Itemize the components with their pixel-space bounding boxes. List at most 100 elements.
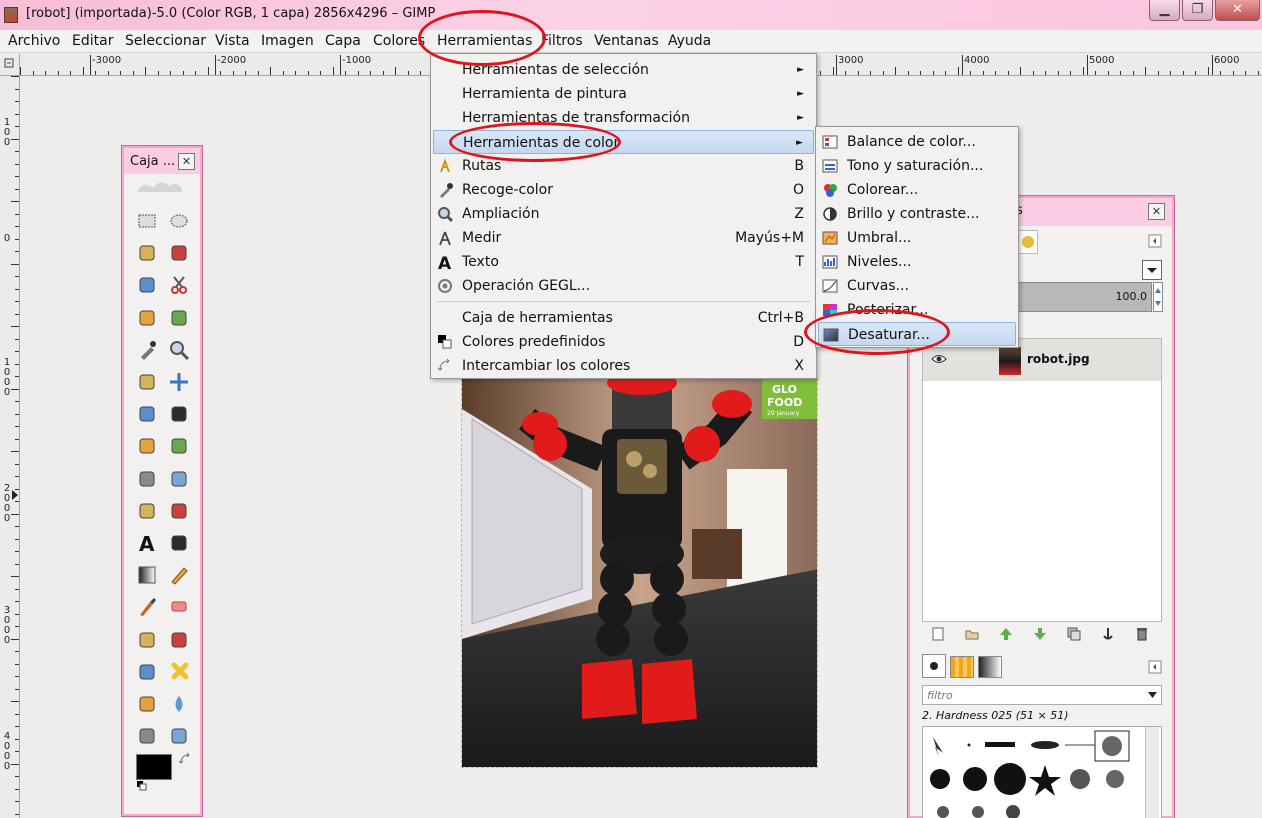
menu-item-3[interactable]: Herramientas de transformación ► xyxy=(433,106,814,130)
tab-paths[interactable] xyxy=(1018,230,1038,254)
scissors-icon[interactable] xyxy=(168,274,190,296)
menu-archivo[interactable]: Archivo xyxy=(8,33,60,49)
scale-icon[interactable] xyxy=(168,435,190,457)
free-select-icon[interactable] xyxy=(136,242,158,264)
blur-icon[interactable] xyxy=(168,693,190,715)
tab-gradients[interactable] xyxy=(978,656,1002,678)
shear-icon[interactable] xyxy=(136,468,158,490)
rect-select-icon[interactable] xyxy=(136,210,158,232)
flip-icon[interactable] xyxy=(136,500,158,522)
heal-icon[interactable] xyxy=(168,661,190,683)
color-submenu-item-2[interactable]: Tono y saturación... xyxy=(818,154,1016,178)
menu-editar[interactable]: Editar xyxy=(72,33,113,49)
new-layer-icon[interactable] xyxy=(930,626,946,642)
opacity-spinner[interactable] xyxy=(1153,282,1163,312)
brush-grid[interactable] xyxy=(922,726,1162,818)
paintbrush-icon[interactable] xyxy=(136,596,158,618)
lower-layer-icon[interactable] xyxy=(1032,626,1048,642)
menu-ventanas[interactable]: Ventanas xyxy=(594,33,659,49)
ink-icon[interactable] xyxy=(168,629,190,651)
tab-patterns[interactable] xyxy=(950,656,974,678)
menu-item-13[interactable]: Intercambiar los colores X xyxy=(433,354,814,378)
color-submenu-item-9[interactable]: Desaturar... xyxy=(818,322,1016,346)
tab-brushes[interactable] xyxy=(922,654,946,678)
blend-icon[interactable] xyxy=(136,564,158,586)
measure-icon[interactable] xyxy=(136,371,158,393)
perspective-clone-icon[interactable] xyxy=(136,693,158,715)
color-submenu-item-4[interactable]: Brillo y contraste... xyxy=(818,202,1016,226)
raise-layer-icon[interactable] xyxy=(998,626,1014,642)
dodge-burn-icon[interactable] xyxy=(168,725,190,747)
cage-icon[interactable] xyxy=(168,500,190,522)
paths-icon[interactable] xyxy=(168,307,190,329)
new-group-icon[interactable] xyxy=(964,626,980,642)
menu-item-6[interactable]: Recoge-color O xyxy=(433,178,814,202)
ellipse-select-icon[interactable] xyxy=(168,210,190,232)
airbrush-icon[interactable] xyxy=(136,629,158,651)
perspective-icon[interactable] xyxy=(168,468,190,490)
menu-filtros[interactable]: Filtros xyxy=(541,33,583,49)
move-icon[interactable] xyxy=(168,371,190,393)
image-canvas[interactable]: GLO FOOD 29 January xyxy=(461,378,818,768)
menu-item-5[interactable]: Rutas B xyxy=(433,154,814,178)
close-icon[interactable]: ✕ xyxy=(1148,203,1165,220)
menu-herramientas[interactable]: Herramientas xyxy=(437,33,532,49)
foreground-select-icon[interactable] xyxy=(136,307,158,329)
menu-item-1[interactable]: Herramientas de selección ► xyxy=(433,58,814,82)
menu-imagen[interactable]: Imagen xyxy=(261,33,314,49)
zoom-icon[interactable] xyxy=(168,339,190,361)
color-submenu-item-1[interactable]: Balance de color... xyxy=(818,130,1016,154)
minimize-button[interactable]: ▁ xyxy=(1149,0,1180,21)
bucket-fill-icon[interactable] xyxy=(168,532,190,554)
swap-colors-icon[interactable] xyxy=(178,752,192,766)
menu-item-9[interactable]: A Texto T xyxy=(433,250,814,274)
menu-item-7[interactable]: Ampliación Z xyxy=(433,202,814,226)
color-select-icon[interactable] xyxy=(136,274,158,296)
fuzzy-select-icon[interactable] xyxy=(168,242,190,264)
opacity-slider[interactable]: 100.0 xyxy=(1018,282,1152,312)
brush-scrollbar[interactable] xyxy=(1145,727,1159,818)
align-icon[interactable] xyxy=(136,403,158,425)
brush-filter[interactable]: filtro xyxy=(922,685,1162,705)
color-submenu-item-5[interactable]: Umbral... xyxy=(818,226,1016,250)
menu-item-8[interactable]: Medir Mayús+M xyxy=(433,226,814,250)
tab-menu-icon[interactable] xyxy=(1148,660,1162,674)
clone-icon[interactable] xyxy=(136,661,158,683)
menu-seleccionar[interactable]: Seleccionar xyxy=(125,33,206,49)
color-submenu-item-7[interactable]: Curvas... xyxy=(818,274,1016,298)
ruler-corner[interactable] xyxy=(0,54,20,76)
crop-icon[interactable] xyxy=(168,403,190,425)
menu-vista[interactable]: Vista xyxy=(215,33,250,49)
close-button[interactable]: ✕ xyxy=(1215,0,1260,21)
color-picker-icon[interactable] xyxy=(136,339,158,361)
color-submenu-item-6[interactable]: Niveles... xyxy=(818,250,1016,274)
foreground-color-swatch[interactable] xyxy=(136,754,172,780)
menu-ayuda[interactable]: Ayuda xyxy=(668,33,711,49)
color-submenu-item-3[interactable]: Colorear... xyxy=(818,178,1016,202)
menu-item-11[interactable]: Caja de herramientas Ctrl+B xyxy=(433,306,814,330)
text-icon[interactable]: A xyxy=(136,532,158,556)
menu-item-4[interactable]: Herramientas de color ► xyxy=(433,130,814,154)
layers-list[interactable]: robot.jpg xyxy=(922,338,1162,622)
menu-colores[interactable]: Colores xyxy=(373,33,425,49)
color-submenu-item-8[interactable]: Posterizar... xyxy=(818,298,1016,322)
rotate-icon[interactable] xyxy=(136,435,158,457)
vertical-ruler[interactable]: 10001000200030004000 xyxy=(0,76,20,818)
close-icon[interactable]: ✕ xyxy=(178,153,195,170)
eraser-icon[interactable] xyxy=(168,596,190,618)
pencil-icon[interactable] xyxy=(168,564,190,586)
default-colors-icon[interactable] xyxy=(136,780,148,792)
maximize-button[interactable]: ❐ xyxy=(1182,0,1213,21)
delete-layer-icon[interactable] xyxy=(1134,626,1150,642)
duplicate-layer-icon[interactable] xyxy=(1066,626,1082,642)
eye-icon[interactable] xyxy=(931,353,947,365)
menu-item-10[interactable]: Operación GEGL... xyxy=(433,274,814,298)
menu-capa[interactable]: Capa xyxy=(325,33,361,49)
menu-item-12[interactable]: Colores predefinidos D xyxy=(433,330,814,354)
smudge-icon[interactable] xyxy=(136,725,158,747)
anchor-layer-icon[interactable] xyxy=(1100,626,1116,642)
mode-dropdown[interactable] xyxy=(1142,260,1162,280)
chevron-down-icon[interactable] xyxy=(1148,692,1157,698)
menu-item-2[interactable]: Herramienta de pintura ► xyxy=(433,82,814,106)
tab-menu-icon[interactable] xyxy=(1148,234,1162,248)
